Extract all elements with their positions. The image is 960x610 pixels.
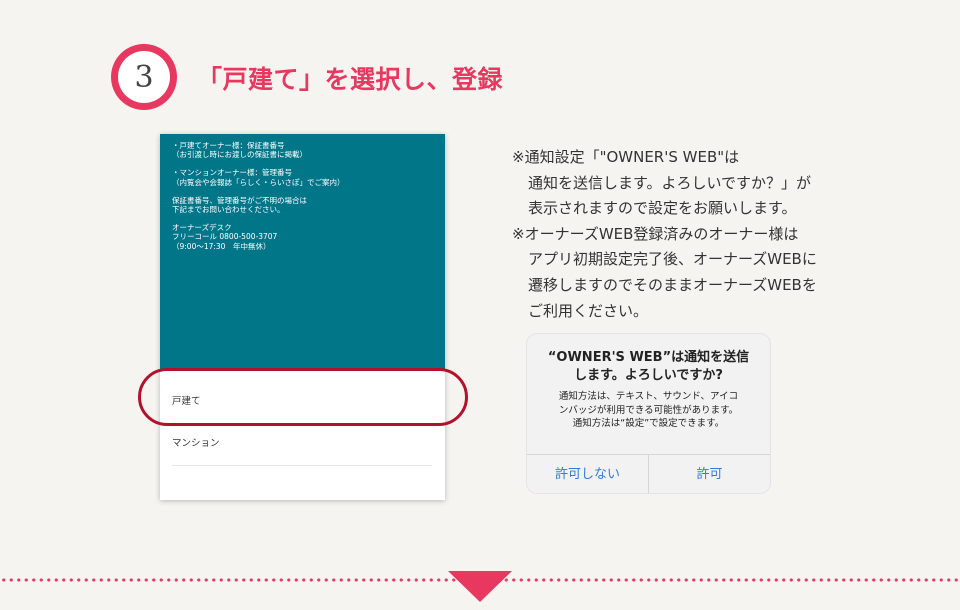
note-line: 遷移しますのでそのままオーナーズWEBを [528,275,817,294]
dialog-title-line: “OWNER'S WEB”は通知を送信 [547,350,750,365]
note-line: アプリ初期設定完了後、オーナーズWEBに [528,250,817,269]
info-line: （9:00〜17:30 年中無休） [172,241,271,251]
note-line: ※オーナーズWEB登録済みのオーナー様は [512,224,799,243]
notification-permission-dialog: “OWNER'S WEB”は通知を送信 します。よろしいですか? 通知方法は、テ… [527,334,770,493]
dialog-message-line: 通知方法は、テキスト、サウンド、アイコ [558,391,739,402]
info-line: （内覧会や会報誌「らしく・らいさぽ」でご案内） [172,177,345,187]
dialog-title-line: します。よろしいですか? [574,368,723,383]
note-line: 表示されますので設定をお願いします。 [528,199,797,218]
dialog-message-line: ンバッジが利用できる可能性があります。 [558,404,739,416]
step-number-badge: 3 [111,44,177,110]
step-number: 3 [118,51,170,103]
deny-button[interactable]: 許可しない [527,455,649,493]
dialog-message: 通知方法は、テキスト、サウンド、アイコ ンバッジが利用できる可能性があります。 … [535,390,762,431]
down-triangle-icon [442,566,518,606]
info-line: フリーコール 0800-500-3707 [172,232,278,242]
notes: ※通知設定「"OWNER'S WEB"は 通知を送信します。よろしいですか？」が… [512,145,912,324]
note-line: ご利用ください。 [528,301,649,320]
selection-highlight [138,368,468,426]
phone-info-panel: ・戸建てオーナー様：保証書番号 （お引渡し時にお渡しの保証書に掲載） ・マンショ… [160,134,445,370]
step-title: 「戸建て」を選択し、登録 [197,65,504,94]
info-line: オーナーズデスク [172,223,232,233]
option-condominium[interactable]: マンション [172,421,432,466]
info-line: 保証書番号、管理番号がご不明の場合は [172,195,307,205]
dialog-title: “OWNER'S WEB”は通知を送信 します。よろしいですか? [537,349,760,385]
info-line: 下記までお問い合わせください。 [172,205,285,215]
info-line: ・マンションオーナー様：管理番号 [172,168,292,178]
dialog-buttons: 許可しない 許可 [527,454,770,493]
note-line: 通知を送信します。よろしいですか？」が [528,173,812,192]
info-line: ・戸建てオーナー様：保証書番号 [172,141,285,150]
dialog-message-line: 通知方法は“設定”で設定できます。 [572,418,725,429]
info-line: （お引渡し時にお渡しの保証書に掲載） [172,150,307,160]
allow-button[interactable]: 許可 [649,455,770,493]
note-line: ※通知設定「"OWNER'S WEB"は [512,148,740,166]
phone-screenshot: ・戸建てオーナー様：保証書番号 （お引渡し時にお渡しの保証書に掲載） ・マンショ… [160,134,445,500]
